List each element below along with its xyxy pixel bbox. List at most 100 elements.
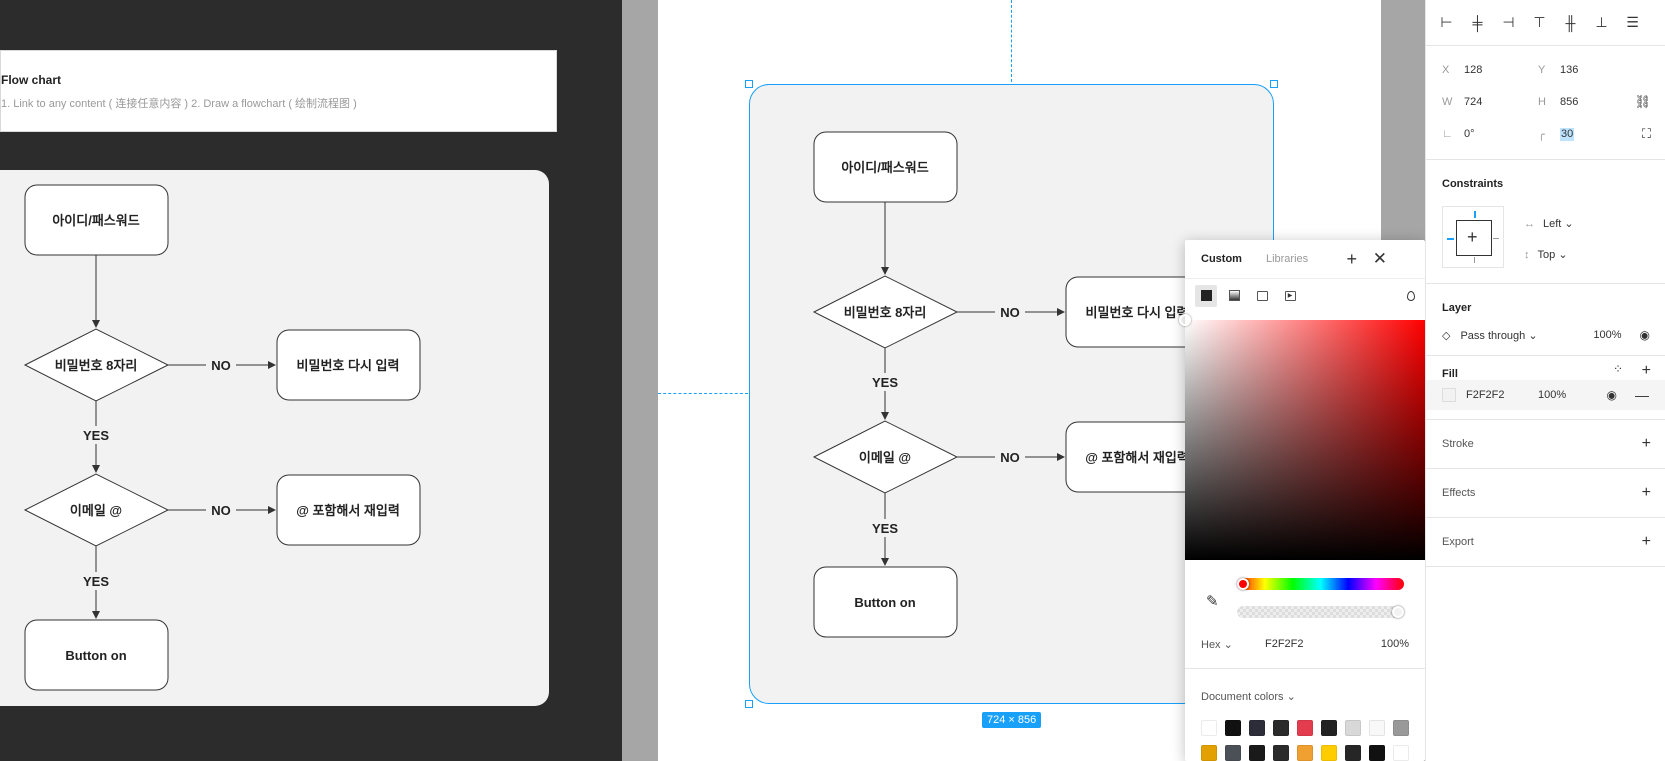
- color-swatch[interactable]: [1321, 745, 1337, 761]
- align-right-icon[interactable]: ⊣: [1500, 14, 1517, 31]
- layer-section: Layer ◇ Pass through ⌄ 100% ◉: [1426, 284, 1665, 356]
- layer-title: Layer: [1442, 302, 1472, 314]
- fill-title: Fill: [1442, 368, 1458, 380]
- constrain-proportions-icon[interactable]: ⛓: [1634, 94, 1651, 110]
- saturation-brightness-field[interactable]: [1179, 314, 1425, 560]
- decision1-label-right: 비밀번호 8자리: [844, 305, 927, 320]
- color-swatch[interactable]: [1393, 720, 1409, 736]
- remove-fill-icon[interactable]: —: [1635, 387, 1649, 403]
- retry-password-label: 비밀번호 다시 입력: [297, 358, 400, 373]
- align-top-icon[interactable]: ⊤: [1531, 14, 1548, 31]
- document-colors-toggle[interactable]: Document colors ⌄: [1201, 690, 1296, 703]
- y-field[interactable]: Y 136: [1538, 64, 1634, 76]
- color-swatch[interactable]: [1297, 720, 1313, 736]
- resize-handle-bottom-left[interactable]: [745, 700, 753, 708]
- color-swatch[interactable]: [1273, 745, 1289, 761]
- layer-opacity-input[interactable]: 100%: [1593, 329, 1621, 341]
- retry-email-label: @ 포함해서 재입력: [296, 503, 400, 518]
- add-export-icon[interactable]: +: [1642, 533, 1651, 551]
- flow-chart-note-card[interactable]: Flow chart 1. Link to any content ( 连接任意…: [0, 50, 557, 132]
- fill-hex[interactable]: F2F2F2: [1466, 389, 1538, 401]
- no-label-2: NO: [211, 503, 231, 518]
- eyedropper-icon[interactable]: ✎: [1206, 592, 1219, 610]
- rotation-field[interactable]: ∟ 0°: [1442, 128, 1538, 140]
- color-swatch[interactable]: [1273, 720, 1289, 736]
- align-vertical-center-icon[interactable]: ╫: [1562, 15, 1579, 31]
- export-section: Export +: [1426, 518, 1665, 567]
- opacity-input[interactable]: 100%: [1369, 638, 1409, 651]
- color-mode-select[interactable]: Hex ⌄: [1201, 638, 1265, 651]
- guide-line-horizontal: [658, 393, 748, 394]
- retry-email-label-right: @ 포함해서 재입력: [1085, 450, 1189, 465]
- independent-corners-icon[interactable]: ⛶: [1642, 126, 1651, 142]
- hex-input[interactable]: F2F2F2: [1265, 638, 1369, 651]
- fill-swatch[interactable]: [1442, 388, 1456, 402]
- align-left-icon[interactable]: ⊢: [1438, 14, 1455, 31]
- opacity-knob[interactable]: [1392, 606, 1404, 618]
- blend-mode-select[interactable]: Pass through ⌄: [1460, 329, 1593, 342]
- opacity-slider[interactable]: [1237, 606, 1404, 618]
- stroke-section: Stroke +: [1426, 420, 1665, 469]
- color-swatch[interactable]: [1225, 745, 1241, 761]
- video-fill-type[interactable]: ▶: [1279, 285, 1301, 307]
- height-field[interactable]: H 856: [1538, 96, 1634, 108]
- color-picker-popup[interactable]: Custom Libraries + ✕ ▶ ✎ Hex ⌄ F2F2F2 10…: [1179, 240, 1425, 761]
- style-grid-icon[interactable]: ⁘: [1613, 362, 1623, 376]
- note-subtitle: 1. Link to any content ( 连接任意内容 ) 2. Dra…: [1, 98, 357, 110]
- horizontal-constraint-select[interactable]: ↔ Left ⌄: [1524, 217, 1574, 230]
- resize-handle-top-right[interactable]: [1270, 80, 1278, 88]
- align-bottom-icon[interactable]: ⊥: [1593, 14, 1610, 31]
- tab-custom[interactable]: Custom: [1201, 253, 1242, 265]
- hue-knob[interactable]: [1237, 578, 1249, 590]
- x-field[interactable]: X 128: [1442, 64, 1538, 76]
- hue-slider[interactable]: [1237, 578, 1404, 590]
- close-icon[interactable]: ✕: [1373, 249, 1387, 269]
- corner-radius-field[interactable]: ╭ 30: [1538, 127, 1634, 141]
- add-style-icon[interactable]: +: [1346, 249, 1357, 270]
- color-swatch[interactable]: [1225, 720, 1241, 736]
- add-stroke-icon[interactable]: +: [1642, 435, 1651, 453]
- fill-row[interactable]: F2F2F2 100% ◉ —: [1426, 380, 1665, 410]
- eye-icon[interactable]: ◉: [1640, 328, 1650, 342]
- saturation-knob[interactable]: [1179, 314, 1191, 326]
- image-fill-type[interactable]: [1251, 285, 1273, 307]
- effects-section: Effects +: [1426, 469, 1665, 518]
- color-swatch[interactable]: [1201, 745, 1217, 761]
- resize-handle-top-left[interactable]: [745, 80, 753, 88]
- add-fill-icon[interactable]: +: [1642, 362, 1651, 380]
- constraints-section: Constraints + ↔ Left ⌄ ↕ Top ⌄: [1426, 160, 1665, 284]
- color-swatch[interactable]: [1369, 745, 1385, 761]
- color-swatch[interactable]: [1345, 745, 1361, 761]
- color-swatch[interactable]: [1249, 720, 1265, 736]
- yes-label-right-2: YES: [872, 521, 898, 536]
- no-label-right-1: NO: [1000, 305, 1020, 320]
- vertical-constraint-icon: ↕: [1524, 249, 1530, 261]
- color-swatch[interactable]: [1393, 745, 1409, 761]
- fill-opacity[interactable]: 100%: [1538, 389, 1607, 401]
- yes-label-1: YES: [83, 428, 109, 443]
- rotation-icon: ∟: [1442, 128, 1453, 140]
- distribute-icon[interactable]: ☰: [1624, 14, 1641, 31]
- vertical-constraint-select[interactable]: ↕ Top ⌄: [1524, 248, 1568, 261]
- eye-icon[interactable]: ◉: [1607, 388, 1617, 402]
- solid-fill-type[interactable]: [1195, 284, 1217, 307]
- color-swatch[interactable]: [1369, 720, 1385, 736]
- decision2-label: 이메일 @: [70, 503, 122, 518]
- width-field[interactable]: W 724: [1442, 96, 1538, 108]
- tab-libraries[interactable]: Libraries: [1266, 253, 1308, 265]
- guide-line-vertical: [1011, 0, 1012, 82]
- color-swatch[interactable]: [1249, 745, 1265, 761]
- add-effect-icon[interactable]: +: [1642, 484, 1651, 502]
- gradient-fill-type[interactable]: [1223, 285, 1245, 307]
- color-swatch[interactable]: [1201, 720, 1217, 736]
- color-swatch[interactable]: [1297, 745, 1313, 761]
- yes-label-right-1: YES: [872, 375, 898, 390]
- alignment-toolbar: ⊢ ╪ ⊣ ⊤ ╫ ⊥ ☰: [1426, 0, 1665, 46]
- color-swatch[interactable]: [1345, 720, 1361, 736]
- gradient-fill-icon: [1228, 290, 1240, 301]
- constraints-widget[interactable]: +: [1442, 206, 1504, 268]
- align-horizontal-center-icon[interactable]: ╪: [1469, 15, 1486, 31]
- flowchart-left: 아이디/패스워드 비밀번호 8자리 비밀번호 다시 입력 이메일 @ @ 포함해…: [23, 184, 421, 691]
- color-swatch[interactable]: [1321, 720, 1337, 736]
- blend-mode-icon[interactable]: [1407, 290, 1415, 301]
